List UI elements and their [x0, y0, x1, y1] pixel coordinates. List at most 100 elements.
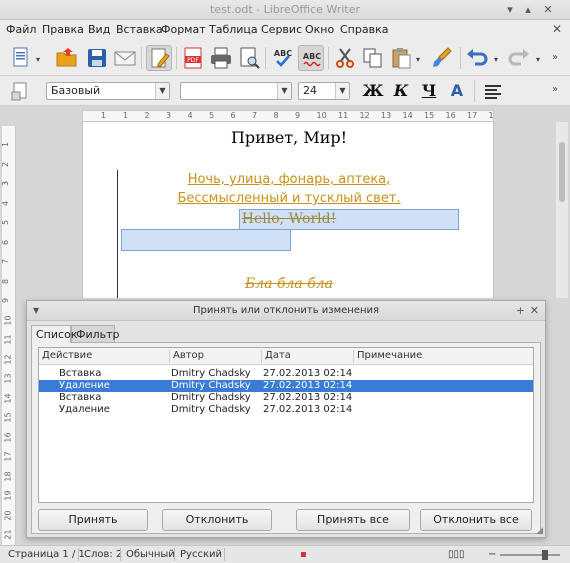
status-language[interactable]: Русский	[180, 549, 222, 560]
status-words[interactable]: Слов: 2	[84, 549, 122, 560]
edit-mode-icon[interactable]	[146, 45, 172, 71]
font-size-combo[interactable]: 24 ▼	[298, 82, 350, 100]
row-action: Вставка	[59, 368, 102, 379]
align-left-icon[interactable]	[480, 78, 506, 104]
menu-window[interactable]: Окно	[305, 23, 334, 36]
ruler-tick-label: 15	[3, 412, 13, 423]
doc-line-deleted-1[interactable]: Hello, World!	[83, 211, 495, 227]
bold-button[interactable]: Ж	[362, 81, 384, 101]
resize-grip-icon[interactable]: ◢	[536, 526, 543, 536]
dialog-menu-icon[interactable]: ▼	[33, 301, 39, 321]
status-page-style[interactable]: Обычный	[126, 549, 175, 560]
menu-format[interactable]: Формат	[161, 23, 206, 36]
paste-icon[interactable]	[388, 45, 414, 71]
copy-icon[interactable]	[360, 45, 386, 71]
undo-dropdown-icon[interactable]: ▾	[494, 55, 498, 64]
clone-formatting-icon[interactable]	[430, 45, 456, 71]
reject-all-button[interactable]: Отклонить все	[420, 509, 532, 531]
table-row[interactable]: Удаление Dmitry Chadsky 27.02.2013 02:14	[39, 404, 533, 416]
undo-icon[interactable]	[464, 45, 490, 71]
document-modified-icon[interactable]: ▪	[300, 549, 307, 560]
dialog-pin-icon[interactable]: +	[516, 301, 525, 321]
doc-line-heading[interactable]: Привет, Мир!	[83, 128, 495, 147]
toolbar-overflow-icon[interactable]: »	[552, 84, 558, 95]
paragraph-style-combo[interactable]: Базовый ▼	[46, 82, 170, 100]
ruler-tick-label: 1	[2, 142, 10, 147]
open-folder-icon[interactable]	[54, 45, 80, 71]
column-comment[interactable]: Примечание	[353, 350, 422, 363]
redo-dropdown-icon[interactable]: ▾	[536, 55, 540, 64]
chevron-down-icon[interactable]: ▼	[155, 83, 169, 99]
table-row[interactable]: Вставка Dmitry Chadsky 27.02.2013 02:14	[39, 368, 533, 380]
doc-line-deleted-2[interactable]: Бла бла бла	[83, 276, 495, 292]
horizontal-ruler[interactable]: 1123456789101112131415161718	[82, 110, 494, 122]
italic-button[interactable]: К	[390, 81, 412, 101]
font-name-combo[interactable]: ▼	[180, 82, 292, 100]
email-icon[interactable]	[112, 45, 138, 71]
new-document-icon[interactable]	[8, 45, 34, 71]
menu-view[interactable]: Вид	[88, 23, 110, 36]
ruler-tick-label: 18	[3, 470, 13, 482]
status-page[interactable]: Страница 1 / 1	[8, 549, 85, 560]
underline-button[interactable]: Ч	[418, 81, 440, 101]
changes-panel: Действие Автор Дата Примечание Вставка D…	[31, 342, 541, 534]
ruler-tick-label: 16	[445, 111, 456, 120]
column-date[interactable]: Дата	[261, 350, 291, 363]
doc-line-inserted-1[interactable]: Ночь, улица, фонарь, аптека,	[83, 172, 495, 187]
save-icon[interactable]	[84, 45, 110, 71]
print-icon[interactable]	[208, 45, 234, 71]
close-document-icon[interactable]: ✕	[550, 22, 564, 36]
reject-button[interactable]: Отклонить	[162, 509, 272, 531]
minimize-icon[interactable]: ▾	[502, 2, 518, 18]
maximize-icon[interactable]: ▴	[520, 2, 536, 18]
column-author[interactable]: Автор	[169, 350, 204, 363]
print-preview-icon[interactable]	[236, 45, 262, 71]
menu-insert[interactable]: Вставка	[116, 23, 163, 36]
menu-help[interactable]: Справка	[340, 23, 388, 36]
status-separator	[224, 548, 225, 561]
tab-filter[interactable]: Фильтр	[71, 325, 120, 343]
font-effects-button[interactable]: A	[446, 81, 468, 101]
vertical-ruler[interactable]: 123456789101112131415161718192021	[2, 126, 16, 546]
tab-list[interactable]: Список	[31, 325, 77, 343]
table-row[interactable]: Вставка Dmitry Chadsky 27.02.2013 02:14	[39, 392, 533, 404]
zoom-slider-handle[interactable]	[542, 550, 548, 560]
menu-table[interactable]: Таблица	[209, 23, 258, 36]
styles-icon[interactable]	[8, 78, 34, 104]
standard-toolbar: ▾ PDF ABC ABC ▾ ▾ ▾ »	[0, 40, 570, 76]
chevron-down-icon[interactable]: ▼	[335, 83, 349, 99]
zoom-slider[interactable]	[500, 554, 560, 556]
formatting-toolbar: Базовый ▼ ▼ 24 ▼ Ж К Ч A »	[0, 76, 570, 106]
spellcheck-icon[interactable]: ABC	[270, 45, 296, 71]
row-author: Dmitry Chadsky	[171, 368, 251, 379]
accept-button[interactable]: Принять	[38, 509, 148, 531]
export-pdf-icon[interactable]: PDF	[180, 45, 206, 71]
document-page[interactable]: Привет, Мир! Ночь, улица, фонарь, аптека…	[82, 122, 494, 298]
menu-file[interactable]: Файл	[6, 23, 36, 36]
toolbar-overflow-icon[interactable]: »	[552, 52, 558, 63]
menu-edit[interactable]: Правка	[42, 23, 84, 36]
auto-spellcheck-icon[interactable]: ABC	[298, 45, 324, 71]
doc-line-inserted-2[interactable]: Бессмысленный и тусклый свет.	[83, 191, 495, 206]
ruler-tick-label: 12	[3, 353, 13, 365]
menu-tools[interactable]: Сервис	[261, 23, 302, 36]
zoom-out-icon[interactable]: −	[488, 549, 496, 560]
table-row-selected[interactable]: Удаление Dmitry Chadsky 27.02.2013 02:14	[39, 380, 533, 392]
column-action[interactable]: Действие	[39, 350, 92, 363]
vertical-scrollbar[interactable]	[556, 122, 568, 298]
redo-icon[interactable]	[506, 45, 532, 71]
changes-list[interactable]: Действие Автор Дата Примечание Вставка D…	[38, 347, 534, 503]
dialog-title: Принять или отклонить изменения	[192, 305, 380, 316]
new-dropdown-icon[interactable]: ▾	[36, 55, 40, 64]
view-layout-icon[interactable]: ▯▯▯	[448, 549, 465, 560]
ruler-tick-label: 6	[2, 239, 10, 244]
window-titlebar: test.odt - LibreOffice Writer ▾ ▴ ✕	[0, 0, 570, 20]
dialog-close-icon[interactable]: ✕	[530, 301, 539, 321]
chevron-down-icon[interactable]: ▼	[277, 83, 291, 99]
scrollbar-thumb[interactable]	[559, 142, 565, 202]
cut-icon[interactable]	[332, 45, 358, 71]
ruler-tick-label: 15	[424, 111, 435, 120]
paste-dropdown-icon[interactable]: ▾	[416, 55, 420, 64]
close-window-icon[interactable]: ✕	[540, 2, 556, 18]
accept-all-button[interactable]: Принять все	[296, 509, 410, 531]
